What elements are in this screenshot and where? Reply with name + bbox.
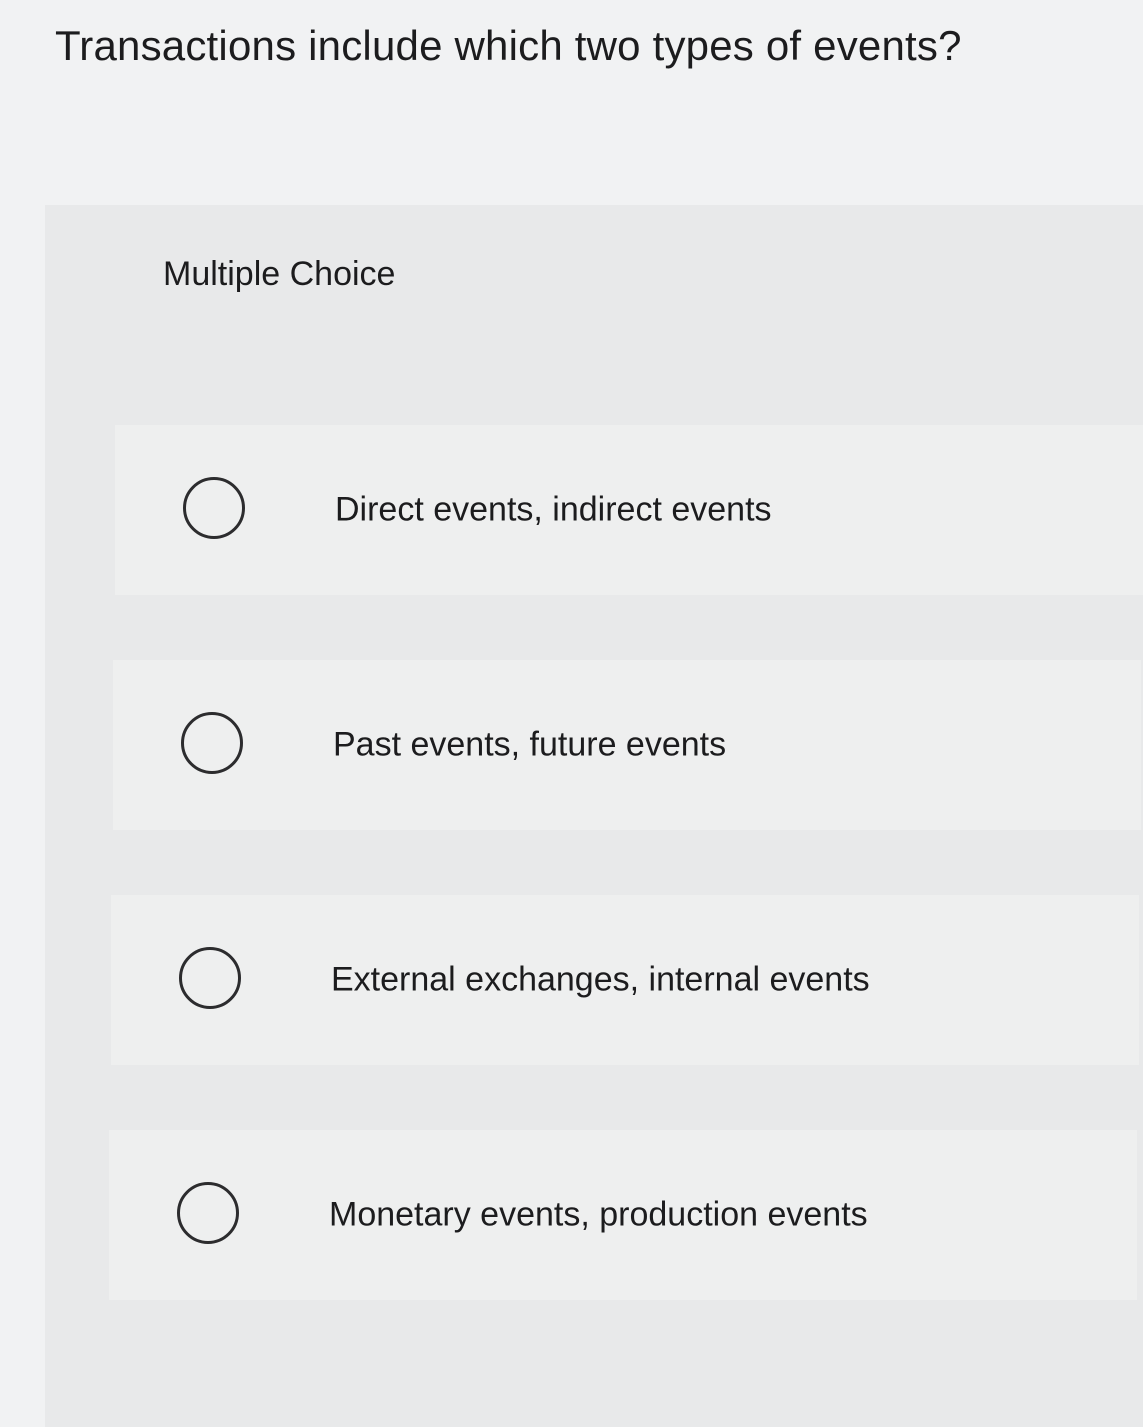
question-type-label: Multiple Choice xyxy=(163,255,396,293)
radio-button-icon[interactable] xyxy=(181,712,243,774)
answer-option-3[interactable]: External exchanges, internal events xyxy=(111,895,1139,1065)
radio-button-icon[interactable] xyxy=(183,477,245,539)
answer-option-label: Monetary events, production events xyxy=(329,1195,868,1234)
answer-option-label: External exchanges, internal events xyxy=(331,960,870,999)
answer-option-4[interactable]: Monetary events, production events xyxy=(109,1130,1137,1300)
question-title: Transactions include which two types of … xyxy=(55,22,962,69)
answer-option-2[interactable]: Past events, future events xyxy=(113,660,1141,830)
answer-option-label: Past events, future events xyxy=(333,725,727,764)
radio-button-icon[interactable] xyxy=(177,1182,239,1244)
radio-button-icon[interactable] xyxy=(179,947,241,1009)
answer-option-label: Direct events, indirect events xyxy=(335,490,772,529)
answer-option-1[interactable]: Direct events, indirect events xyxy=(115,425,1143,595)
